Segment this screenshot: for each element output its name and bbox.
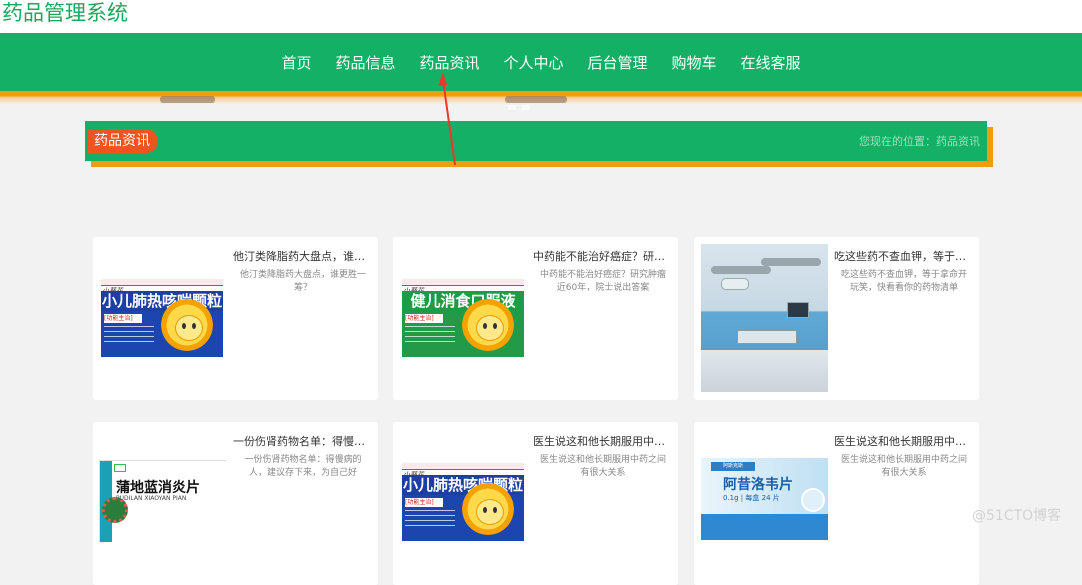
news-thumbnail: 阿斯克斯 阿昔洛韦片 0.1g | 每盒 24 片: [701, 458, 828, 540]
medicine-box-image: 小葵花 小儿肺热咳喘颗粒 [功能主治]: [400, 461, 527, 543]
news-card[interactable]: 阿斯克斯 阿昔洛韦片 0.1g | 每盒 24 片 医生说这和他长期服用中药之间…: [694, 422, 979, 585]
news-card[interactable]: 蒲地蓝消炎片 PUDILAN XIAOYAN PIAN 一份伤肾药物名单：得慢病…: [93, 422, 378, 585]
top-header: 药品管理系统: [0, 0, 1082, 33]
nav-online-service[interactable]: 在线客服: [741, 52, 801, 73]
watermark: @51CTO博客: [972, 508, 1062, 524]
nav-drug-news[interactable]: 药品资讯: [419, 52, 479, 73]
site-title: 药品管理系统: [2, 1, 128, 25]
banner-decoration: [160, 96, 215, 103]
medicine-box-image: 蒲地蓝消炎片 PUDILAN XIAOYAN PIAN: [99, 460, 226, 542]
news-thumbnail: 小葵花 小儿肺热咳喘颗粒 [功能主治]: [99, 277, 226, 359]
section-title: 药品资讯: [88, 129, 158, 153]
breadcrumb: 您现在的位置：药品资讯: [859, 135, 980, 148]
nav-items: 首页 药品信息 药品资讯 个人中心 后台管理 购物车 在线客服: [0, 33, 1082, 91]
main-nav: 首页 药品信息 药品资讯 个人中心 后台管理 购物车 在线客服: [0, 33, 1082, 91]
nav-personal-center[interactable]: 个人中心: [503, 52, 563, 73]
news-title[interactable]: 一份伤肾药物名单：得慢病的人，建议存下来，为自己好: [233, 433, 369, 449]
news-thumbnail: 小葵花 健儿消食口服液 [功能主治]: [400, 277, 527, 359]
medicine-box-image: 阿斯克斯 阿昔洛韦片 0.1g | 每盒 24 片: [701, 458, 828, 540]
section-header: [85, 121, 987, 161]
news-summary: 一份伤肾药物名单：得慢病的人，建议存下来，为自己好: [244, 455, 362, 478]
medicine-box-image: 小葵花 小儿肺热咳喘颗粒 [功能主治]: [99, 277, 226, 359]
operating-room-photo: [701, 244, 828, 392]
news-summary: 吃这些药不查血钾，等于拿命开玩笑，快看看你的药物清单: [840, 270, 967, 293]
news-summary: 医生说这和他长期服用中药之间有很大关系: [539, 455, 666, 478]
news-title[interactable]: 他汀类降脂药大盘点，谁更胜一筹？: [233, 248, 369, 264]
news-thumbnail: 蒲地蓝消炎片 PUDILAN XIAOYAN PIAN: [99, 460, 226, 542]
news-title[interactable]: 吃这些药不查血钾，等于拿命开玩笑，快看看你的药物清单: [834, 248, 970, 264]
news-card[interactable]: 小葵花 小儿肺热咳喘颗粒 [功能主治] 医生说这和他长期服用中药之间有很大关系 …: [393, 422, 678, 585]
banner-decoration: [505, 96, 567, 110]
nav-home[interactable]: 首页: [281, 52, 311, 73]
news-summary: 他汀类降脂药大盘点，谁更胜一筹？: [239, 270, 366, 293]
news-title[interactable]: 医生说这和他长期服用中药之间有很大关系: [834, 433, 970, 449]
news-card[interactable]: 小葵花 小儿肺热咳喘颗粒 [功能主治] 他汀类降脂药大盘点，谁更胜一筹？ 他汀类…: [93, 237, 378, 400]
news-summary: 医生说这和他长期服用中药之间有很大关系: [840, 455, 967, 478]
medicine-box-image: 小葵花 健儿消食口服液 [功能主治]: [400, 277, 527, 359]
news-title[interactable]: 医生说这和他长期服用中药之间有很大关系: [533, 433, 669, 449]
news-summary: 中药能不能治好癌症？研究肿瘤近60年，院士说出答案: [539, 270, 666, 293]
nav-drug-info[interactable]: 药品信息: [335, 52, 395, 73]
news-title[interactable]: 中药能不能治好癌症？研究肿瘤近60年，院士说出答案: [533, 248, 669, 264]
news-card[interactable]: 吃这些药不查血钾，等于拿命开玩笑，快看看你的药物清单 吃这些药不查血钾，等于拿命…: [694, 237, 979, 400]
news-thumbnail: 小葵花 小儿肺热咳喘颗粒 [功能主治]: [400, 461, 527, 543]
news-card[interactable]: 小葵花 健儿消食口服液 [功能主治] 中药能不能治好癌症？研究肿瘤近60年，院士…: [393, 237, 678, 400]
nav-admin[interactable]: 后台管理: [588, 52, 648, 73]
nav-cart[interactable]: 购物车: [672, 52, 717, 73]
news-thumbnail: [701, 244, 828, 392]
